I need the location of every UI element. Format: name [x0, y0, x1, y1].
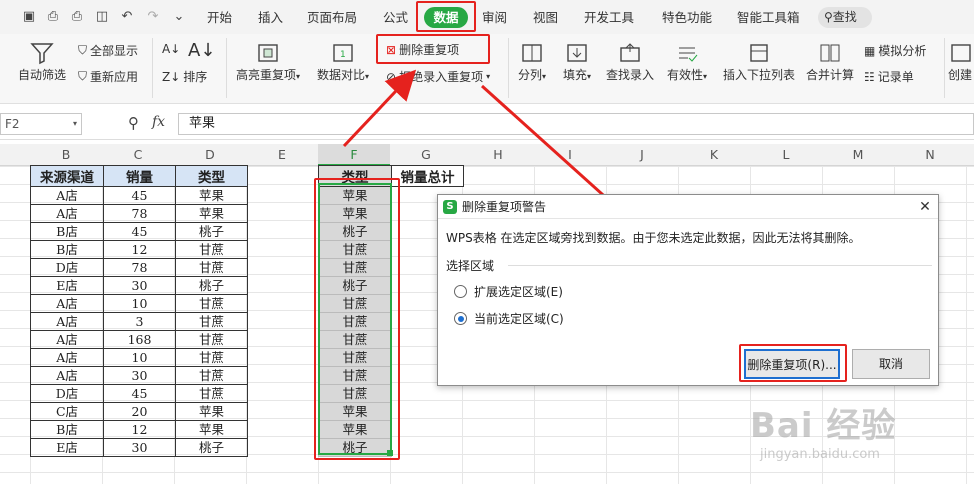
wps-logo-icon: S: [443, 200, 457, 214]
radio-expand-label[interactable]: 扩展选定区域(E): [474, 283, 563, 300]
section-divider: [508, 265, 932, 266]
radio-current-label[interactable]: 当前选定区域(C): [474, 310, 564, 327]
arrow-to-delete-button: [342, 69, 417, 148]
cancel-button[interactable]: 取消: [852, 349, 930, 379]
close-icon[interactable]: ✕: [916, 198, 934, 216]
dialog-title: 删除重复项警告: [438, 195, 938, 219]
delete-duplicates-dialog: 删除重复项警告 S ✕ WPS表格 在选定区域旁找到数据。由于您未选定此数据，因…: [437, 194, 939, 386]
dialog-message: WPS表格 在选定区域旁找到数据。由于您未选定此数据，因此无法将其删除。: [446, 231, 861, 245]
watermark-brand: Bai 经验: [750, 406, 897, 446]
annotation-box-confirm: [739, 344, 847, 382]
radio-expand[interactable]: [454, 285, 467, 298]
baidu-watermark: Bai 经验 jingyan.baidu.com: [750, 398, 970, 482]
select-area-label: 选择区域: [446, 259, 495, 273]
watermark-url: jingyan.baidu.com: [760, 447, 880, 462]
radio-current[interactable]: [454, 312, 467, 325]
